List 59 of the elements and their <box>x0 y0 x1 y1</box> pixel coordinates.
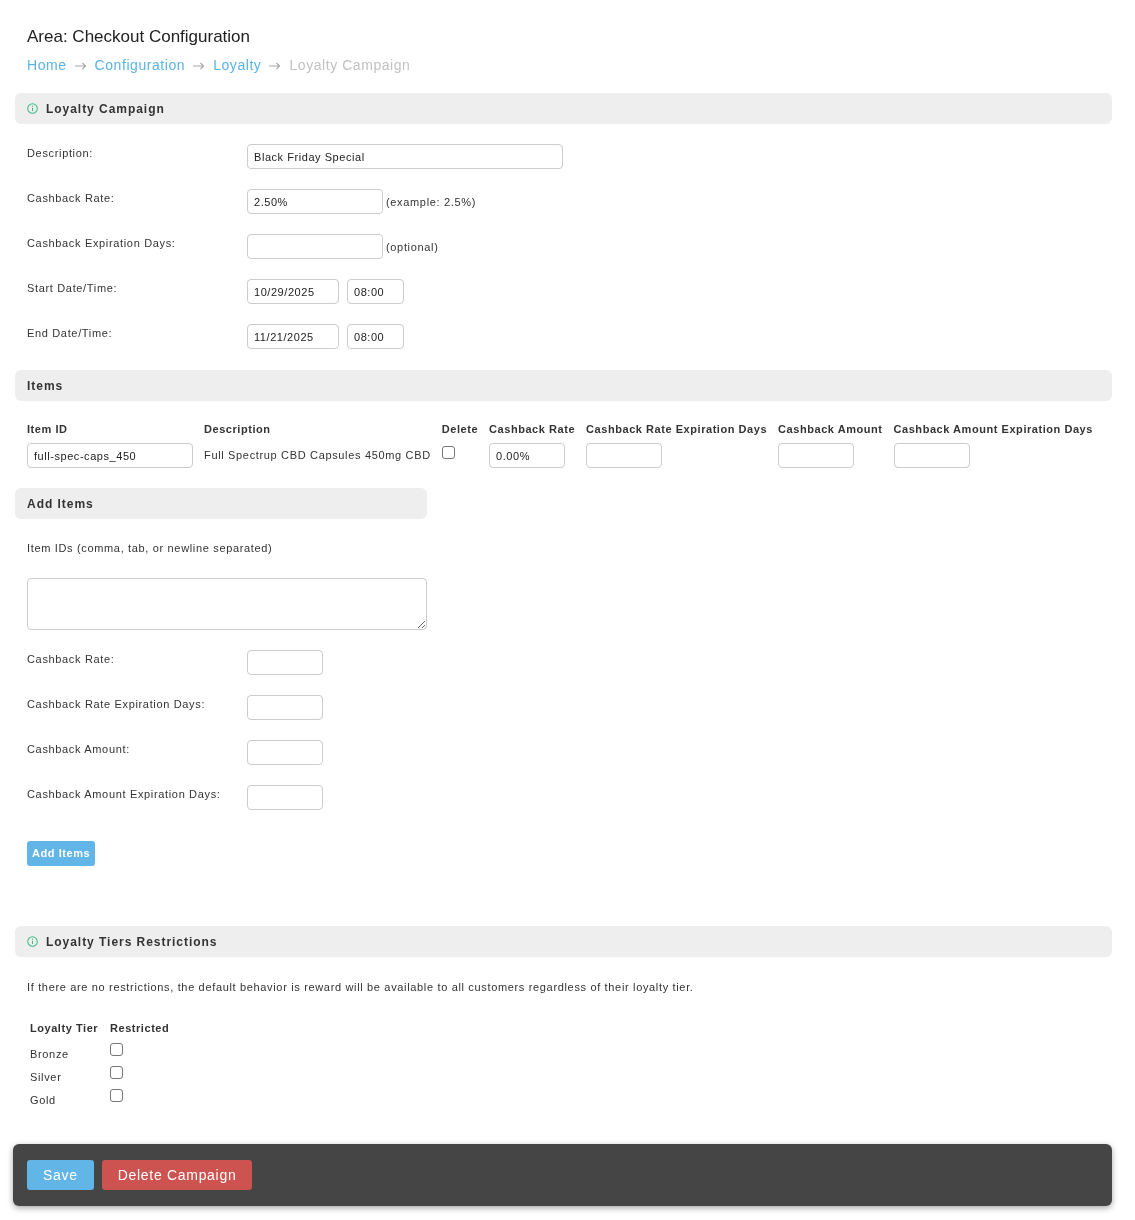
text-field[interactable]: Black Friday Special <box>247 144 563 169</box>
table-cell-text: Full Spectrup CBD Capsules 450mg CBD <box>204 448 431 462</box>
column-header: Delete <box>441 422 479 436</box>
checkbox[interactable] <box>110 1066 123 1079</box>
text-field[interactable]: 2.50% <box>247 189 383 214</box>
breadcrumb-current: Loyalty Campaign <box>289 57 411 74</box>
page-title: Area: Checkout Configuration <box>27 27 251 47</box>
time-field[interactable]: 08:00 <box>347 324 404 349</box>
text-field[interactable] <box>247 695 323 720</box>
checkbox[interactable] <box>441 446 455 459</box>
text-field[interactable] <box>247 650 323 675</box>
time-field[interactable]: 08:00 <box>347 279 404 304</box>
table-input[interactable] <box>893 443 970 468</box>
column-header: Cashback Amount <box>778 422 883 436</box>
tier-name: Gold <box>30 1093 56 1108</box>
arrow-right-icon <box>269 61 282 70</box>
field-label: Start Date/Time: <box>27 281 119 295</box>
field-hint: (optional) <box>386 239 439 254</box>
section-title: Items <box>27 377 64 395</box>
field-label: Item IDs (comma, tab, or newline separated) <box>27 541 273 555</box>
column-header: Restricted <box>110 1021 170 1035</box>
delete-button[interactable]: Delete Campaign <box>101 1160 253 1190</box>
tier-name: Bronze <box>30 1047 69 1062</box>
text-field[interactable] <box>247 234 383 259</box>
section-title: Loyalty Campaign <box>46 100 165 118</box>
text-field[interactable] <box>247 740 323 765</box>
field-label: Cashback Rate Expiration Days: <box>27 697 207 711</box>
arrow-right-icon <box>74 61 87 70</box>
item-ids-field[interactable] <box>27 578 427 630</box>
table-input[interactable]: 0.00% <box>489 443 566 468</box>
info-icon <box>27 103 38 114</box>
section-title: Add Items <box>27 495 94 513</box>
column-header: Cashback Amount Expiration Days <box>893 422 1093 436</box>
section-title: Loyalty Tiers Restrictions <box>46 933 218 951</box>
column-header: Description <box>204 422 271 436</box>
info-text: If there are no restrictions, the default behavior is reward will be available to all customers regardless of their loyalty tier. <box>27 980 694 994</box>
field-label: Cashback Amount: <box>27 742 131 756</box>
column-header: Cashback Rate Expiration Days <box>586 422 768 436</box>
field-label: Description: <box>27 146 94 160</box>
field-label: Cashback Rate: <box>27 191 116 205</box>
field-label: Cashback Rate: <box>27 652 116 666</box>
info-icon <box>27 936 38 947</box>
tier-name: Silver <box>30 1070 62 1085</box>
date-field[interactable]: 11/21/2025 <box>247 324 339 349</box>
table-input[interactable] <box>586 443 663 468</box>
field-label: Cashback Amount Expiration Days: <box>27 787 222 801</box>
field-hint: (example: 2.5%) <box>386 194 476 209</box>
date-field[interactable]: 10/29/2025 <box>247 279 339 304</box>
column-header: Loyalty Tier <box>30 1021 99 1035</box>
field-label: End Date/Time: <box>27 326 114 340</box>
column-header: Cashback Rate <box>489 422 576 436</box>
table-input[interactable]: full-spec-caps_450 <box>27 443 193 468</box>
arrow-right-icon <box>193 61 206 70</box>
table-input[interactable] <box>778 443 855 468</box>
checkbox[interactable] <box>110 1043 123 1056</box>
column-header: Item ID <box>27 422 68 436</box>
field-label: Cashback Expiration Days: <box>27 236 177 250</box>
checkbox[interactable] <box>110 1089 123 1102</box>
text-field[interactable] <box>247 785 323 810</box>
